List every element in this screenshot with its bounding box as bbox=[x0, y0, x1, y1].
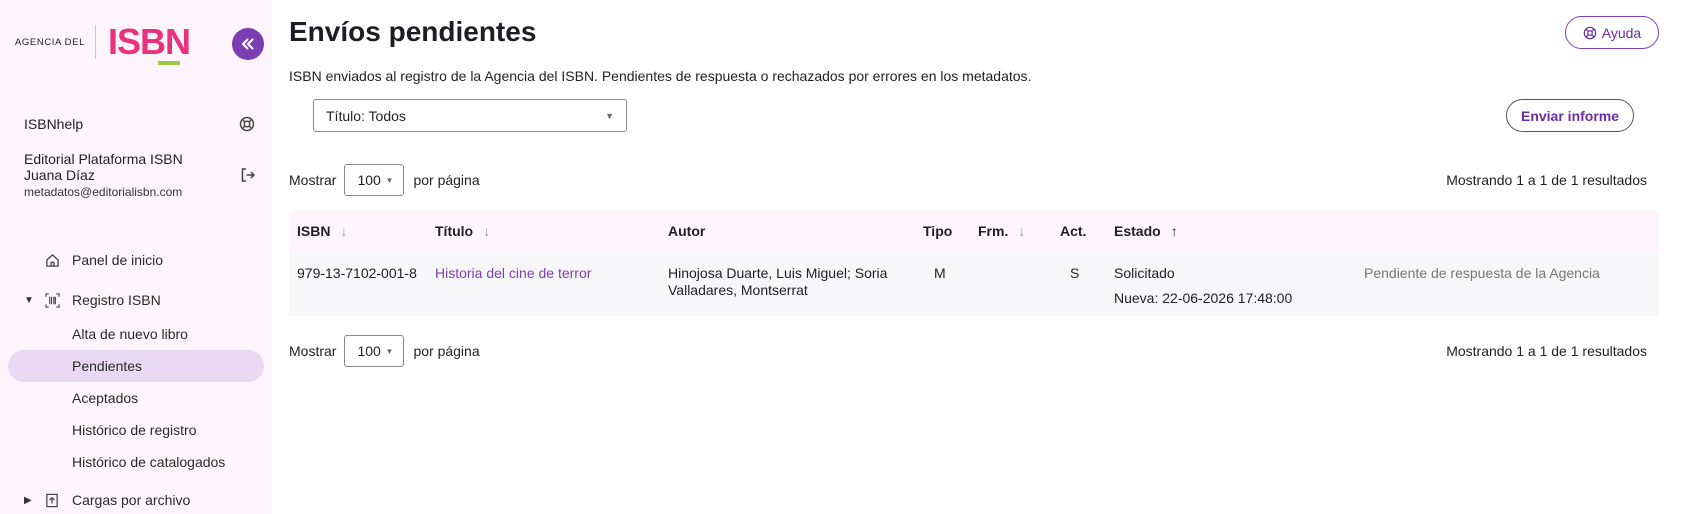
sidebar-item-label: Alta de nuevo libro bbox=[72, 326, 188, 342]
per-page-select[interactable]: 100 ▼ bbox=[344, 335, 405, 367]
act-cell: S bbox=[1070, 265, 1080, 281]
table-header: ISBN ↓ Título ↓ Autor Tipo Frm. ↓ Act. Esta… bbox=[289, 211, 1659, 251]
per-page-select[interactable]: 100 ▼ bbox=[344, 164, 405, 196]
user-name: Juana Díaz bbox=[24, 167, 95, 183]
sidebar-item-historico-catalogados[interactable]: Histórico de catalogados bbox=[0, 446, 272, 478]
status-note: Pendiente de respuesta de la Agencia bbox=[1364, 265, 1600, 281]
sidebar-item-historico-registro[interactable]: Histórico de registro bbox=[0, 414, 272, 446]
per-page-label: por página bbox=[413, 343, 480, 359]
col-act: Act. bbox=[1060, 223, 1087, 239]
agency-logo[interactable]: AGENCIA DEL ISBN bbox=[15, 21, 191, 65]
sidebar: AGENCIA DEL ISBN ISBNhelp Editorial Plat… bbox=[0, 0, 272, 514]
help-button-label: Ayuda bbox=[1601, 24, 1642, 41]
caret-right-icon: ▶ bbox=[24, 494, 32, 506]
help-button[interactable]: Ayuda bbox=[1565, 16, 1659, 49]
author-cell: Hinojosa Duarte, Luis Miguel; Soria Vall… bbox=[668, 265, 888, 298]
page-subtitle: ISBN enviados al registro de la Agencia … bbox=[289, 68, 1032, 84]
logout-icon[interactable] bbox=[239, 166, 257, 184]
show-label: Mostrar bbox=[289, 172, 337, 188]
sidebar-item-label: Aceptados bbox=[72, 390, 139, 406]
pager-top: Mostrar 100 ▼ por página Mostrando 1 a 1… bbox=[289, 164, 1659, 196]
col-isbn[interactable]: ISBN ↓ bbox=[297, 223, 347, 239]
lifebuoy-icon bbox=[238, 115, 256, 133]
collapse-sidebar-button[interactable] bbox=[232, 28, 264, 60]
sidebar-item-label: Histórico de catalogados bbox=[72, 454, 226, 470]
isbnhelp-row[interactable]: ISBNhelp bbox=[24, 115, 256, 133]
user-info: Editorial Plataforma ISBN Juana Díaz met… bbox=[24, 151, 183, 200]
isbn-cell: 979-13-7102-001-8 bbox=[297, 265, 417, 281]
results-count: Mostrando 1 a 1 de 1 resultados bbox=[1446, 172, 1647, 188]
book-title-link[interactable]: Historia del cine de terror bbox=[435, 265, 591, 281]
sidebar-item-label: Registro ISBN bbox=[72, 292, 161, 308]
per-page-value: 100 bbox=[357, 343, 381, 359]
estado-status: Solicitado bbox=[1114, 265, 1175, 281]
per-page-value: 100 bbox=[357, 172, 381, 188]
logo-isbn-text: ISBN bbox=[107, 21, 191, 65]
caret-down-icon: ▼ bbox=[24, 294, 34, 306]
col-estado[interactable]: Estado ↑ bbox=[1114, 223, 1178, 239]
upload-file-icon bbox=[44, 492, 60, 508]
main-content: Envíos pendientes Ayuda ISBN enviados al… bbox=[289, 0, 1684, 514]
pager-bottom: Mostrar 100 ▼ por página Mostrando 1 a 1… bbox=[289, 335, 1659, 367]
tipo-cell: M bbox=[934, 265, 946, 281]
sort-up-icon[interactable]: ↑ bbox=[1171, 223, 1178, 239]
barcode-icon bbox=[44, 292, 60, 308]
sort-down-icon[interactable]: ↓ bbox=[483, 223, 490, 239]
sidebar-item-label: Panel de inicio bbox=[72, 252, 164, 268]
isbnhelp-link[interactable]: ISBNhelp bbox=[24, 116, 83, 132]
table-row: 979-13-7102-001-8 Historia del cine de t… bbox=[289, 251, 1659, 316]
page-title: Envíos pendientes bbox=[289, 16, 537, 47]
sidebar-item-panel-inicio[interactable]: Panel de inicio bbox=[0, 244, 272, 276]
title-filter-value: Título: Todos bbox=[326, 107, 406, 124]
col-tipo: Tipo bbox=[923, 223, 953, 239]
sort-down-icon[interactable]: ↓ bbox=[340, 223, 347, 239]
per-page-label: por página bbox=[413, 172, 480, 188]
sidebar-item-pendientes[interactable]: Pendientes bbox=[8, 350, 264, 382]
sidebar-item-label: Histórico de registro bbox=[72, 422, 197, 438]
logo-small-text: AGENCIA DEL bbox=[15, 36, 85, 48]
show-label: Mostrar bbox=[289, 343, 337, 359]
org-name: Editorial Plataforma ISBN bbox=[24, 151, 183, 167]
send-report-button[interactable]: Enviar informe bbox=[1506, 99, 1634, 132]
sidebar-item-alta-nuevo-libro[interactable]: Alta de nuevo libro bbox=[0, 318, 272, 350]
home-icon bbox=[44, 252, 60, 268]
caret-down-icon: ▼ bbox=[385, 346, 394, 356]
col-titulo[interactable]: Título ↓ bbox=[435, 223, 490, 239]
results-count: Mostrando 1 a 1 de 1 resultados bbox=[1446, 343, 1647, 359]
col-autor: Autor bbox=[668, 223, 706, 239]
title-filter-select[interactable]: Título: Todos ▼ bbox=[313, 99, 627, 132]
user-email: metadatos@editorialisbn.com bbox=[24, 185, 183, 199]
sidebar-item-registro-isbn[interactable]: ▼ Registro ISBN bbox=[0, 284, 272, 316]
pending-table: ISBN ↓ Título ↓ Autor Tipo Frm. ↓ Act. Esta… bbox=[289, 211, 1659, 316]
sort-down-icon[interactable]: ↓ bbox=[1018, 223, 1025, 239]
caret-down-icon: ▼ bbox=[385, 175, 394, 185]
sidebar-item-label: Pendientes bbox=[72, 358, 143, 374]
sidebar-item-cargas-archivo[interactable]: ▶ Cargas por archivo bbox=[0, 484, 272, 514]
estado-cell: Solicitado Nueva: 22-06-2026 17:48:00 bbox=[1114, 261, 1292, 311]
caret-down-icon: ▼ bbox=[605, 110, 614, 121]
help-icon bbox=[1583, 26, 1597, 39]
estado-date: Nueva: 22-06-2026 17:48:00 bbox=[1114, 290, 1293, 306]
col-frm[interactable]: Frm. ↓ bbox=[978, 223, 1025, 239]
sidebar-item-label: Cargas por archivo bbox=[72, 492, 191, 508]
logo-divider bbox=[94, 25, 96, 59]
sidebar-item-aceptados[interactable]: Aceptados bbox=[0, 382, 272, 414]
double-chevron-left-icon bbox=[241, 38, 254, 50]
